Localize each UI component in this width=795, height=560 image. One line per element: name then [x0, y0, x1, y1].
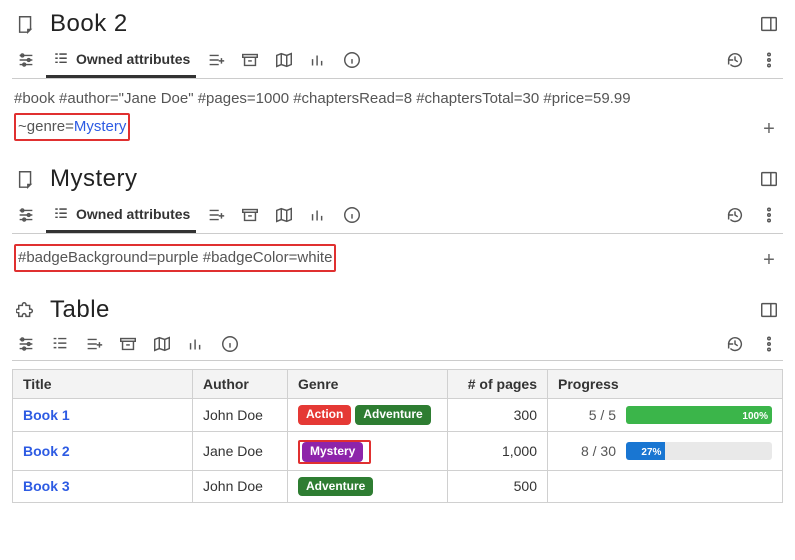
- table-header: Table: [12, 294, 783, 328]
- tab-label: Owned attributes: [76, 206, 190, 222]
- genre-badge[interactable]: Adventure: [355, 405, 430, 425]
- book2-toolbar: Owned attributes: [12, 44, 783, 79]
- col-pages[interactable]: # of pages: [448, 370, 548, 399]
- more-icon[interactable]: [755, 201, 783, 229]
- more-icon[interactable]: [755, 46, 783, 74]
- table-toolbar: [12, 330, 783, 361]
- sliders-icon[interactable]: [12, 46, 40, 74]
- pages-cell: 1,000: [448, 431, 548, 470]
- chart-icon[interactable]: [182, 330, 210, 358]
- author-cell: Jane Doe: [193, 431, 288, 470]
- archive-icon[interactable]: [236, 201, 264, 229]
- map-icon[interactable]: [270, 201, 298, 229]
- progress-fraction: 5 / 5: [558, 407, 616, 423]
- split-panel-icon[interactable]: [755, 10, 783, 38]
- split-panel-icon[interactable]: [755, 165, 783, 193]
- map-icon[interactable]: [270, 46, 298, 74]
- tab-owned-attributes[interactable]: Owned attributes: [46, 199, 196, 231]
- genre-badge[interactable]: Adventure: [298, 477, 373, 497]
- col-title[interactable]: Title: [13, 370, 193, 399]
- progress-fraction: 8 / 30: [558, 443, 616, 459]
- genre-callout: Mystery: [298, 440, 371, 464]
- col-genre[interactable]: Genre: [288, 370, 448, 399]
- mystery-title: Mystery: [50, 165, 745, 193]
- book2-genre-link[interactable]: Mystery: [74, 118, 127, 135]
- col-progress[interactable]: Progress: [548, 370, 783, 399]
- info-icon[interactable]: [338, 201, 366, 229]
- mystery-attributes: #badgeBackground=purple #badgeColor=whit…: [12, 234, 783, 282]
- pages-cell: 300: [448, 399, 548, 432]
- table-row: Book 1John DoeActionAdventure3005 / 5100…: [13, 399, 783, 432]
- genre-badge[interactable]: Action: [298, 405, 351, 425]
- books-table: Title Author Genre # of pages Progress B…: [12, 369, 783, 503]
- book2-attrs-plain: #book #author="Jane Doe" #pages=1000 #ch…: [14, 90, 631, 107]
- book-title-link[interactable]: Book 1: [23, 407, 70, 423]
- progress-bar: 27%: [626, 442, 772, 460]
- archive-icon[interactable]: [236, 46, 264, 74]
- history-icon[interactable]: [721, 201, 749, 229]
- progress-bar: 100%: [626, 406, 772, 424]
- genre-cell: Adventure: [288, 470, 448, 503]
- mystery-toolbar: Owned attributes: [12, 199, 783, 234]
- list-plus-icon[interactable]: [202, 201, 230, 229]
- list-check-icon[interactable]: [46, 330, 74, 358]
- sliders-icon[interactable]: [12, 330, 40, 358]
- book2-attributes: #book #author="Jane Doe" #pages=1000 #ch…: [12, 79, 783, 151]
- table-row: Book 3 John Doe Adventure 500: [13, 470, 783, 503]
- chart-icon[interactable]: [304, 46, 332, 74]
- book2-genre-prefix: ~genre=: [18, 118, 74, 135]
- genre-cell: ActionAdventure: [288, 399, 448, 432]
- mystery-header: Mystery: [12, 163, 783, 197]
- sliders-icon[interactable]: [12, 201, 40, 229]
- book2-header: Book 2: [12, 8, 783, 42]
- tab-label: Owned attributes: [76, 51, 190, 67]
- progress-percent: 27%: [637, 447, 665, 458]
- table-row: Book 2 Jane Doe Mystery 1,000 8 / 30 27%: [13, 431, 783, 470]
- note-icon: [12, 165, 40, 193]
- author-cell: John Doe: [193, 399, 288, 432]
- note-icon: [12, 10, 40, 38]
- book-title-link[interactable]: Book 2: [23, 443, 70, 459]
- list-plus-icon[interactable]: [202, 46, 230, 74]
- puzzle-icon: [12, 296, 40, 324]
- history-icon[interactable]: [721, 46, 749, 74]
- genre-cell: Mystery: [288, 431, 448, 470]
- book2-title: Book 2: [50, 10, 745, 38]
- book-title-link[interactable]: Book 3: [23, 478, 70, 494]
- table-header-row: Title Author Genre # of pages Progress: [13, 370, 783, 399]
- genre-badge[interactable]: Mystery: [302, 442, 363, 462]
- progress-percent: 100%: [738, 411, 772, 422]
- progress-cell: 8 / 30 27%: [548, 431, 783, 470]
- add-attribute-button[interactable]: +: [757, 248, 781, 272]
- mystery-attributes-text[interactable]: #badgeBackground=purple #badgeColor=whit…: [14, 242, 747, 272]
- pages-cell: 500: [448, 470, 548, 503]
- info-icon[interactable]: [216, 330, 244, 358]
- chart-icon[interactable]: [304, 201, 332, 229]
- history-icon[interactable]: [721, 330, 749, 358]
- map-icon[interactable]: [148, 330, 176, 358]
- table-title: Table: [50, 296, 745, 324]
- archive-icon[interactable]: [114, 330, 142, 358]
- progress-cell: 5 / 5 100%: [548, 399, 783, 432]
- author-cell: John Doe: [193, 470, 288, 503]
- book2-attributes-text[interactable]: #book #author="Jane Doe" #pages=1000 #ch…: [14, 87, 747, 141]
- add-attribute-button[interactable]: +: [757, 117, 781, 141]
- col-author[interactable]: Author: [193, 370, 288, 399]
- list-plus-icon[interactable]: [80, 330, 108, 358]
- progress-cell: [548, 470, 783, 503]
- more-icon[interactable]: [755, 330, 783, 358]
- mystery-attrs-callout: #badgeBackground=purple #badgeColor=whit…: [14, 244, 336, 272]
- info-icon[interactable]: [338, 46, 366, 74]
- book2-genre-callout: ~genre=Mystery: [14, 113, 130, 141]
- split-panel-icon[interactable]: [755, 296, 783, 324]
- tab-owned-attributes[interactable]: Owned attributes: [46, 44, 196, 76]
